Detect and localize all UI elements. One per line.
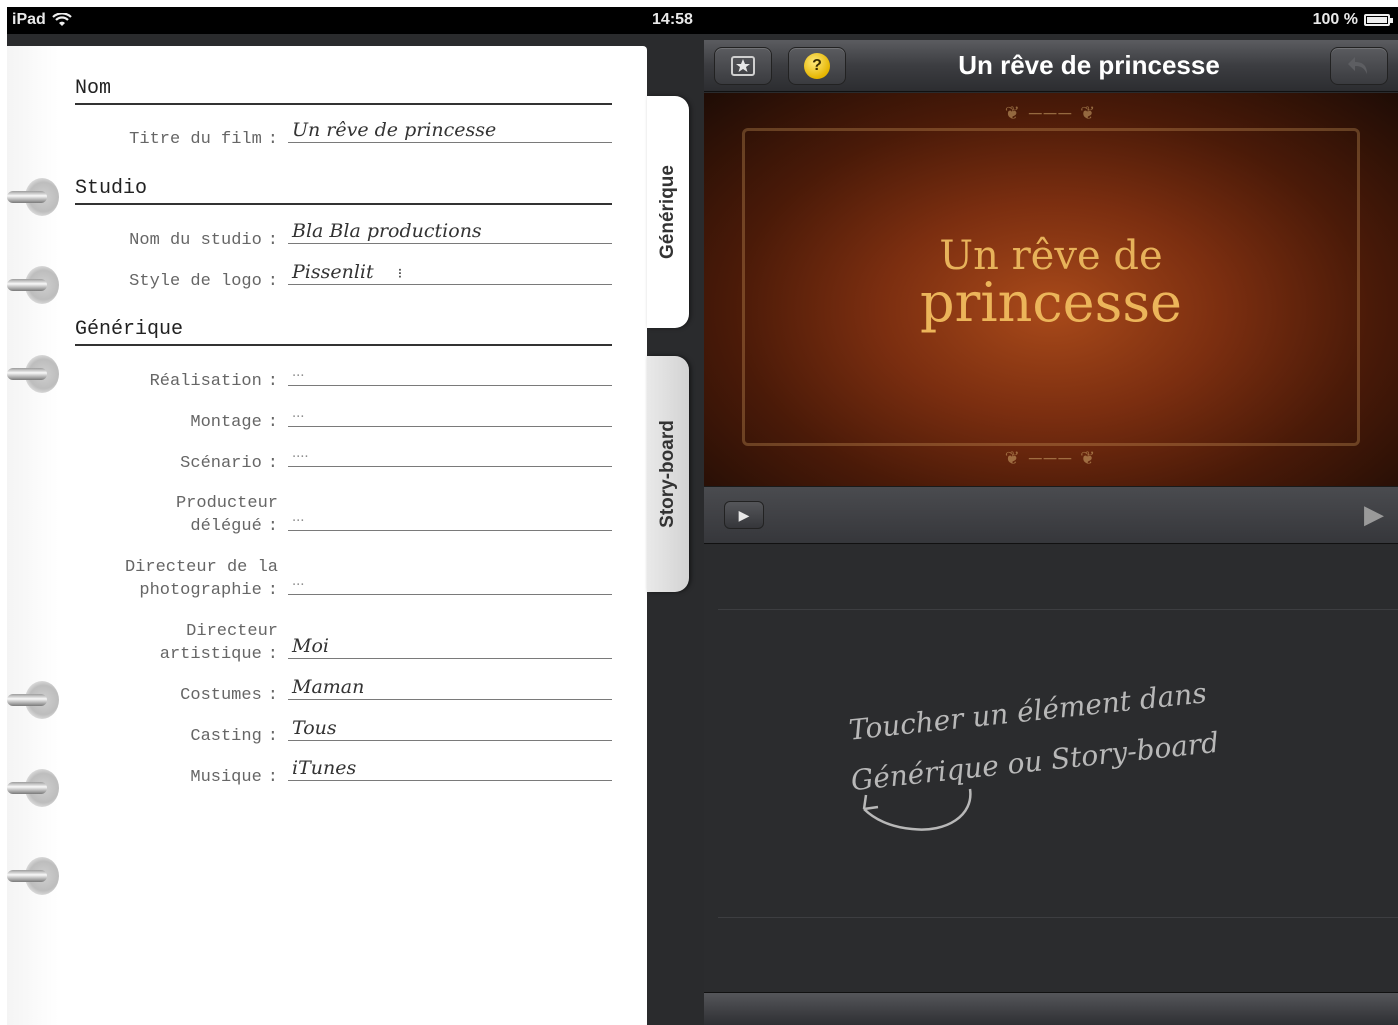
field-label-montage: Montage: bbox=[190, 413, 278, 432]
field-label-logo: Style de logo: bbox=[129, 272, 278, 291]
section-title-nom: Nom bbox=[75, 77, 612, 105]
field-label-titre: Titre du film: bbox=[129, 130, 278, 149]
project-title: Un rêve de princesse bbox=[958, 50, 1220, 80]
tab-generique-label: Générique bbox=[657, 165, 679, 259]
curved-arrow-icon bbox=[862, 788, 972, 831]
field-label-scenario: Scénario: bbox=[180, 454, 278, 473]
play-icon: ▶ bbox=[738, 507, 750, 523]
undo-button[interactable] bbox=[1330, 47, 1388, 85]
section-title-studio: Studio bbox=[75, 177, 612, 205]
field-select-logo[interactable]: Pissenlit ⁝ bbox=[288, 261, 612, 285]
field-input-costumes[interactable]: Maman bbox=[288, 676, 612, 700]
preview-title-line2: princesse bbox=[919, 271, 1182, 334]
field-label-musique: Musique: bbox=[190, 768, 278, 787]
field-input-titre[interactable]: Un rêve de princesse bbox=[288, 119, 612, 143]
battery-percent: 100 % bbox=[1312, 11, 1358, 28]
status-bar: iPad 14:58 100 % bbox=[7, 7, 1398, 34]
section-title-generique: Générique bbox=[75, 318, 612, 346]
field-label-realisation: Réalisation: bbox=[149, 372, 278, 391]
field-input-producteur[interactable]: ... bbox=[288, 507, 612, 531]
storyboard-area[interactable]: Toucher un élément dans Générique ou Sto… bbox=[704, 545, 1398, 992]
field-label-directeur-photo: Directeur de la photographie: bbox=[124, 558, 278, 600]
field-input-scenario[interactable]: .... bbox=[288, 443, 612, 467]
field-input-directeur-photo[interactable]: ... bbox=[288, 571, 612, 595]
star-theme-icon bbox=[731, 56, 755, 76]
status-time: 14:58 bbox=[652, 11, 693, 28]
field-input-studio[interactable]: Bla Bla productions bbox=[288, 220, 612, 244]
field-input-directeur-art[interactable]: Moi bbox=[288, 635, 612, 659]
bottom-bar bbox=[704, 992, 1398, 1025]
field-input-realisation[interactable]: ... bbox=[288, 362, 612, 386]
theme-button[interactable] bbox=[714, 47, 772, 85]
tab-storyboard[interactable]: Story-board bbox=[647, 356, 689, 592]
field-input-musique[interactable]: iTunes bbox=[288, 757, 612, 781]
ornament-top-icon: ❦ ─── ❦ bbox=[1004, 103, 1098, 123]
spiral-ring-icon bbox=[7, 857, 59, 895]
tab-generique[interactable]: Générique bbox=[647, 96, 689, 328]
select-stepper-icon: ⁝ bbox=[397, 266, 403, 282]
field-input-montage[interactable]: ... bbox=[288, 403, 612, 427]
field-label-directeur-art: Directeur artistique: bbox=[159, 622, 278, 664]
field-label-costumes: Costumes: bbox=[180, 686, 278, 705]
tab-storyboard-label: Story-board bbox=[657, 420, 678, 528]
play-large-button[interactable]: ▶ bbox=[1364, 499, 1384, 530]
board-divider bbox=[718, 917, 1398, 918]
help-icon: ? bbox=[804, 53, 830, 79]
field-label-producteur: Producteur délégué: bbox=[175, 494, 278, 536]
field-input-casting[interactable]: Tous bbox=[288, 717, 612, 741]
battery-icon bbox=[1364, 14, 1393, 26]
help-button[interactable]: ? bbox=[788, 47, 846, 85]
field-label-studio: Nom du studio: bbox=[129, 231, 278, 250]
playback-bar: ▶ ▶ bbox=[704, 486, 1398, 544]
title-preview[interactable]: ❦ ─── ❦ ❦ ─── ❦ Un rêve de princesse bbox=[704, 93, 1398, 486]
play-button[interactable]: ▶ bbox=[724, 501, 764, 529]
toolbar: ? Un rêve de princesse bbox=[704, 40, 1398, 92]
undo-icon bbox=[1348, 57, 1367, 74]
field-label-casting: Casting: bbox=[190, 727, 278, 746]
board-divider bbox=[718, 609, 1398, 610]
play-large-icon: ▶ bbox=[1364, 499, 1384, 529]
status-right: 100 % bbox=[1312, 11, 1393, 29]
ornament-bottom-icon: ❦ ─── ❦ bbox=[1004, 448, 1098, 468]
spiral-ring-icon bbox=[7, 178, 59, 216]
